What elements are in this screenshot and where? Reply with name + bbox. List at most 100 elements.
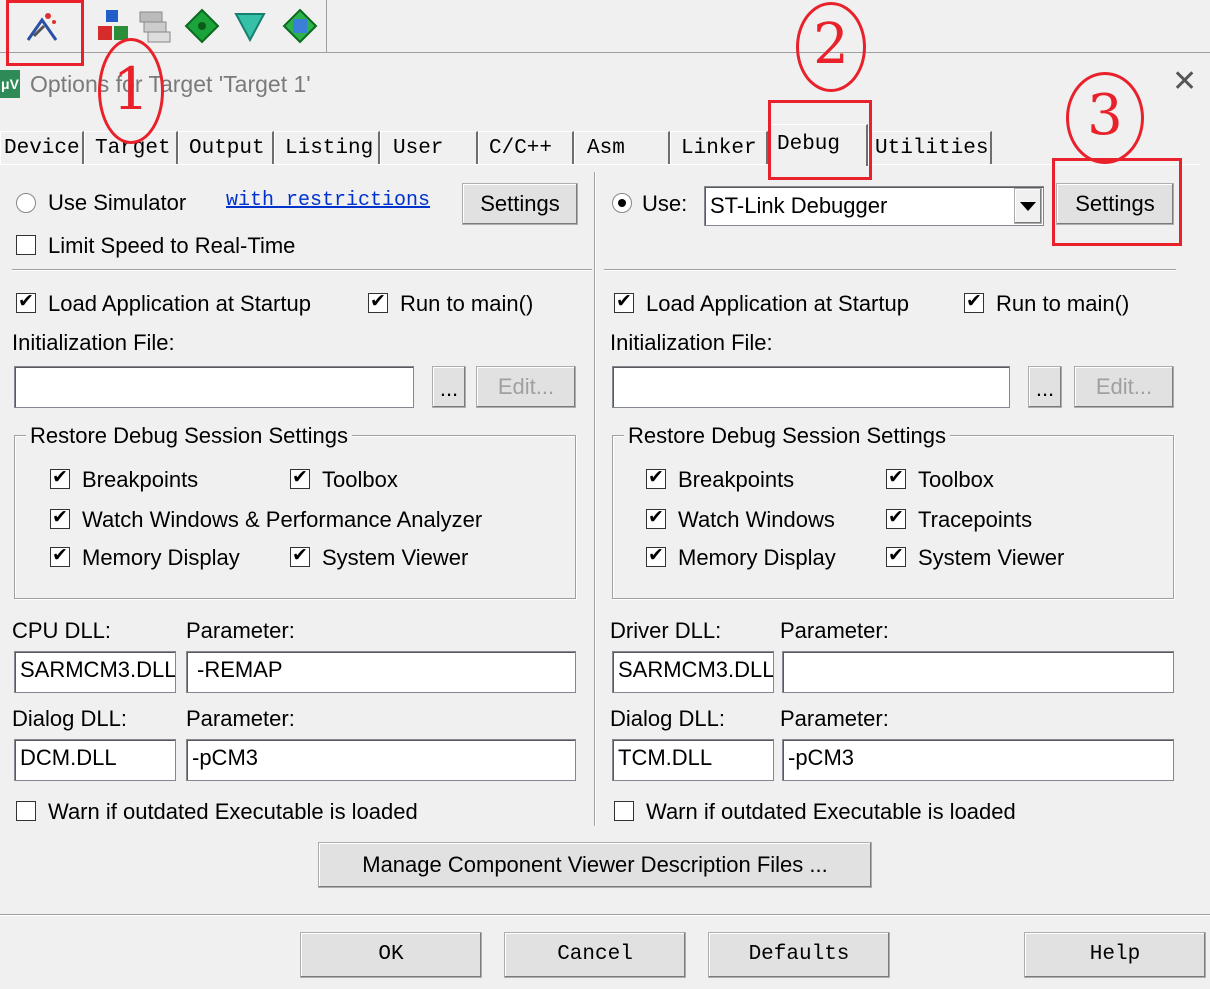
left-system-viewer-label: System Viewer xyxy=(322,545,469,570)
right-breakpoints-label: Breakpoints xyxy=(678,467,795,492)
right-watch-label: Watch Windows xyxy=(678,507,835,532)
cpu-param-label: Parameter: xyxy=(186,618,295,643)
right-load-app-checkbox[interactable] xyxy=(614,290,634,314)
right-dialog-dll-label: Dialog DLL: xyxy=(610,706,725,731)
right-toolbox-label: Toolbox xyxy=(918,467,994,492)
left-watch-label: Watch Windows & Performance Analyzer xyxy=(82,507,483,532)
manage-component-viewer-button[interactable]: Manage Component Viewer Description File… xyxy=(318,842,872,888)
left-dialog-dll-input[interactable]: DCM.DLL xyxy=(14,739,176,781)
use-simulator-label: Use Simulator xyxy=(48,190,187,215)
left-memory-checkbox[interactable] xyxy=(50,544,70,568)
tab-user[interactable]: User xyxy=(380,131,478,164)
cpu-dll-input[interactable]: SARMCM3.DLL xyxy=(14,651,176,693)
right-dialog-dll-input[interactable]: TCM.DLL xyxy=(612,739,774,781)
cpu-param-input[interactable]: -REMAP xyxy=(186,651,576,693)
left-warn-checkbox[interactable] xyxy=(16,801,36,821)
right-toolbox-checkbox[interactable] xyxy=(886,466,906,490)
left-dialog-param-label: Parameter: xyxy=(186,706,295,731)
tab-output[interactable]: Output xyxy=(178,131,274,164)
annotation-circle-2: 2 xyxy=(796,2,866,92)
right-memory-checkbox[interactable] xyxy=(646,544,666,568)
pane-divider xyxy=(594,172,596,826)
toolbar-separator xyxy=(0,52,1210,53)
left-divider xyxy=(12,269,592,271)
left-watch-checkbox[interactable] xyxy=(50,506,70,530)
right-memory-label: Memory Display xyxy=(678,545,836,570)
debugger-select-value: ST-Link Debugger xyxy=(710,193,888,218)
debugger-select[interactable]: ST-Link Debugger xyxy=(704,186,1044,226)
manage-rte-icon[interactable] xyxy=(280,6,320,46)
cancel-button[interactable]: Cancel xyxy=(504,932,686,978)
left-load-app-checkbox[interactable] xyxy=(16,290,36,314)
right-tracepoints-checkbox[interactable] xyxy=(886,506,906,530)
with-restrictions-link[interactable]: with restrictions xyxy=(226,189,430,212)
uvision-app-icon: μV xyxy=(0,70,20,98)
left-init-file-input[interactable] xyxy=(14,366,414,408)
left-system-viewer-checkbox[interactable] xyxy=(290,544,310,568)
left-breakpoints-checkbox[interactable] xyxy=(50,466,70,490)
right-restore-title: Restore Debug Session Settings xyxy=(624,423,950,449)
right-breakpoints-checkbox[interactable] xyxy=(646,466,666,490)
right-warn-checkbox[interactable] xyxy=(614,801,634,821)
driver-dll-label: Driver DLL: xyxy=(610,618,722,643)
dialog-title: Options for Target 'Target 1' xyxy=(30,71,311,97)
use-label: Use: xyxy=(642,191,688,216)
right-browse-button[interactable]: ... xyxy=(1028,366,1062,408)
debugger-dropdown-button[interactable] xyxy=(1014,188,1042,224)
left-init-file-label: Initialization File: xyxy=(12,330,175,355)
left-edit-button[interactable]: Edit... xyxy=(476,366,576,408)
target-options-icon[interactable] xyxy=(22,6,62,46)
right-system-viewer-label: System Viewer xyxy=(918,545,1065,570)
right-init-file-input[interactable] xyxy=(612,366,1010,408)
footer-divider xyxy=(0,914,1210,916)
select-packs-icon[interactable] xyxy=(230,6,270,46)
left-toolbox-label: Toolbox xyxy=(322,467,398,492)
tab-asm[interactable]: Asm xyxy=(574,131,670,164)
right-init-file-label: Initialization File: xyxy=(610,330,773,355)
left-browse-button[interactable]: ... xyxy=(432,366,466,408)
right-warn-label: Warn if outdated Executable is loaded xyxy=(646,799,1016,824)
tab-utilities[interactable]: Utilities xyxy=(868,131,992,164)
annotation-circle-3: 3 xyxy=(1066,72,1144,164)
tab-device[interactable]: Device xyxy=(0,131,84,164)
right-system-viewer-checkbox[interactable] xyxy=(886,544,906,568)
right-tracepoints-label: Tracepoints xyxy=(918,507,1033,532)
driver-dll-input[interactable]: SARMCM3.DLL xyxy=(612,651,774,693)
pack-installer-icon[interactable] xyxy=(182,6,222,46)
toolbar xyxy=(0,0,327,53)
debugger-settings-button[interactable]: Settings xyxy=(1056,183,1174,225)
tab-c-cpp[interactable]: C/C++ xyxy=(478,131,574,164)
right-divider xyxy=(604,269,1176,271)
tab-linker[interactable]: Linker xyxy=(670,131,768,164)
use-simulator-radio[interactable] xyxy=(16,193,36,213)
right-run-to-main-label: Run to main() xyxy=(996,291,1130,316)
left-dialog-param-input[interactable]: -pCM3 xyxy=(186,739,576,781)
left-memory-label: Memory Display xyxy=(82,545,240,570)
cpu-dll-label: CPU DLL: xyxy=(12,618,112,643)
defaults-button[interactable]: Defaults xyxy=(708,932,890,978)
driver-param-label: Parameter: xyxy=(780,618,889,643)
left-run-to-main-checkbox[interactable] xyxy=(368,290,388,314)
driver-param-input[interactable] xyxy=(782,651,1174,693)
right-dialog-param-input[interactable]: -pCM3 xyxy=(782,739,1174,781)
right-load-app-label: Load Application at Startup xyxy=(646,291,909,316)
left-breakpoints-label: Breakpoints xyxy=(82,467,199,492)
tab-listing[interactable]: Listing xyxy=(274,131,380,164)
left-toolbox-checkbox[interactable] xyxy=(290,466,310,490)
simulator-settings-button[interactable]: Settings xyxy=(462,183,578,225)
left-load-app-label: Load Application at Startup xyxy=(48,291,311,316)
limit-speed-checkbox[interactable] xyxy=(16,235,36,255)
help-button[interactable]: Help xyxy=(1024,932,1206,978)
use-debugger-radio[interactable] xyxy=(612,193,632,213)
ok-button[interactable]: OK xyxy=(300,932,482,978)
right-run-to-main-checkbox[interactable] xyxy=(964,290,984,314)
close-icon[interactable]: ✕ xyxy=(1172,64,1197,99)
left-restore-title: Restore Debug Session Settings xyxy=(26,423,352,449)
left-dialog-dll-label: Dialog DLL: xyxy=(12,706,127,731)
tab-debug[interactable]: Debug xyxy=(768,124,868,166)
limit-speed-label: Limit Speed to Real-Time xyxy=(48,233,296,258)
left-warn-label: Warn if outdated Executable is loaded xyxy=(48,799,418,824)
right-edit-button[interactable]: Edit... xyxy=(1074,366,1174,408)
right-watch-checkbox[interactable] xyxy=(646,506,666,530)
left-run-to-main-label: Run to main() xyxy=(400,291,534,316)
